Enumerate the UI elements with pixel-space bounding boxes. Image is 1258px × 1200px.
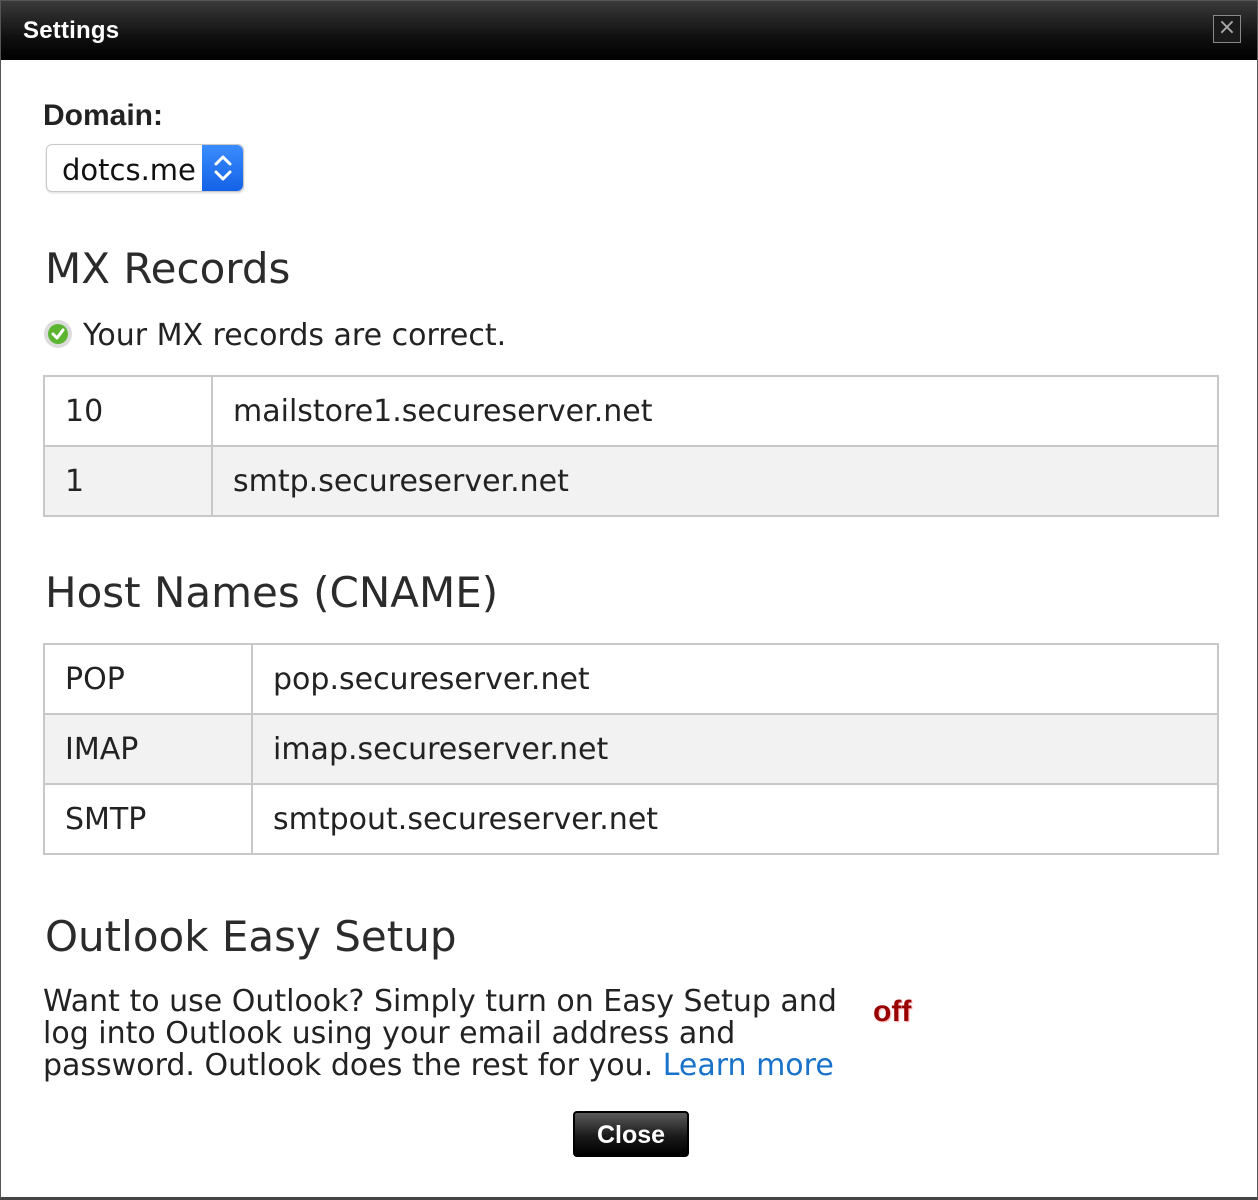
close-button[interactable]: Close bbox=[573, 1111, 689, 1157]
table-row: 1 smtp.secureserver.net bbox=[43, 445, 1219, 517]
table-row: POP pop.secureserver.net bbox=[43, 643, 1219, 715]
close-icon[interactable]: × bbox=[1213, 15, 1241, 43]
mx-records-table: 10 mailstore1.secureserver.net 1 smtp.se… bbox=[43, 375, 1219, 517]
cname-name: SMTP bbox=[43, 783, 253, 855]
mx-status: Your MX records are correct. bbox=[43, 318, 506, 353]
cname-name: POP bbox=[43, 643, 253, 715]
table-row: IMAP imap.secureserver.net bbox=[43, 713, 1219, 785]
mx-priority: 10 bbox=[43, 375, 213, 447]
learn-more-link[interactable]: Learn more bbox=[663, 1048, 834, 1083]
dialog-title: Settings bbox=[23, 17, 120, 44]
table-row: 10 mailstore1.secureserver.net bbox=[43, 375, 1219, 447]
mx-host: mailstore1.secureserver.net bbox=[211, 375, 1219, 447]
cname-name: IMAP bbox=[43, 713, 253, 785]
mx-priority: 1 bbox=[43, 445, 213, 517]
cname-table: POP pop.secureserver.net IMAP imap.secur… bbox=[43, 643, 1219, 855]
mx-host: smtp.secureserver.net bbox=[211, 445, 1219, 517]
domain-select[interactable]: dotcs.me bbox=[46, 144, 244, 192]
domain-label: Domain: bbox=[43, 99, 163, 132]
cname-heading: Host Names (CNAME) bbox=[45, 568, 499, 617]
cname-host: imap.secureserver.net bbox=[251, 713, 1219, 785]
title-bar: Settings × bbox=[1, 1, 1257, 60]
domain-select-value: dotcs.me bbox=[62, 153, 196, 187]
easy-setup-toggle[interactable]: off bbox=[873, 995, 911, 1029]
outlook-description: Want to use Outlook? Simply turn on Easy… bbox=[43, 986, 843, 1082]
chevron-up-down-icon bbox=[202, 145, 243, 191]
outlook-heading: Outlook Easy Setup bbox=[45, 912, 457, 961]
check-circle-icon bbox=[44, 319, 72, 348]
table-row: SMTP smtpout.secureserver.net bbox=[43, 783, 1219, 855]
mx-status-text: Your MX records are correct. bbox=[83, 318, 507, 353]
cname-host: pop.secureserver.net bbox=[251, 643, 1219, 715]
cname-host: smtpout.secureserver.net bbox=[251, 783, 1219, 855]
settings-dialog: Settings × Domain: dotcs.me MX Records Y… bbox=[0, 0, 1258, 1200]
mx-records-heading: MX Records bbox=[45, 244, 291, 293]
